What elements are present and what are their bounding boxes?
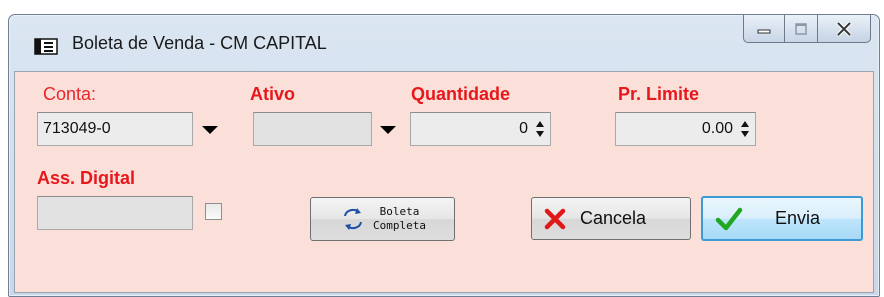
window-icon — [34, 38, 58, 55]
quantidade-stepper[interactable]: 0 — [410, 112, 551, 146]
cancel-x-icon — [544, 208, 566, 229]
quantidade-label: Quantidade — [411, 84, 511, 104]
ass-digital-label: Ass. Digital — [37, 168, 136, 188]
send-button[interactable]: Envia — [701, 196, 863, 241]
quantidade-value: 0 — [519, 120, 528, 137]
maximize-icon — [795, 22, 807, 35]
conta-label: Conta: — [43, 84, 97, 104]
close-button[interactable] — [818, 15, 871, 43]
conta-select[interactable]: 713049-0 — [37, 112, 193, 146]
pr-limite-value: 0.00 — [701, 120, 733, 137]
conta-dropdown-arrow-icon[interactable] — [202, 126, 218, 134]
ativo-select[interactable] — [253, 112, 372, 146]
boleta-completa-label-line1: Boleta — [379, 205, 420, 218]
maximize-button[interactable] — [785, 15, 818, 43]
cancel-button[interactable]: Cancela — [531, 197, 691, 240]
send-button-label: Envia — [775, 208, 821, 228]
spin-updown-icon[interactable] — [535, 120, 545, 138]
checkmark-icon — [715, 207, 743, 230]
conta-value: 713049-0 — [43, 120, 111, 137]
order-form: Conta: Ativo Quantidade Pr. Limite 71304… — [14, 71, 874, 293]
ass-digital-input[interactable] — [37, 196, 193, 230]
pr-limite-label: Pr. Limite — [618, 84, 700, 104]
spin-updown-icon[interactable] — [740, 120, 750, 138]
pr-limite-stepper[interactable]: 0.00 — [615, 112, 756, 146]
refresh-swap-icon — [344, 208, 362, 230]
ativo-dropdown-arrow-icon[interactable] — [380, 126, 396, 134]
ass-digital-checkbox[interactable] — [205, 203, 222, 220]
dialog-window: Boleta de Venda - CM CAPITAL Conta: Ativ… — [8, 14, 880, 297]
caption-buttons — [743, 15, 871, 44]
close-icon — [836, 21, 852, 36]
boleta-completa-label-line2: Completa — [373, 219, 426, 232]
window-title: Boleta de Venda - CM CAPITAL — [72, 33, 327, 53]
cancel-button-label: Cancela — [580, 208, 647, 228]
title-bar[interactable]: Boleta de Venda - CM CAPITAL — [9, 15, 879, 67]
ativo-label: Ativo — [250, 84, 295, 104]
minimize-icon — [757, 29, 771, 33]
boleta-completa-button[interactable]: Boleta Completa — [310, 197, 455, 241]
minimize-button[interactable] — [743, 15, 785, 43]
